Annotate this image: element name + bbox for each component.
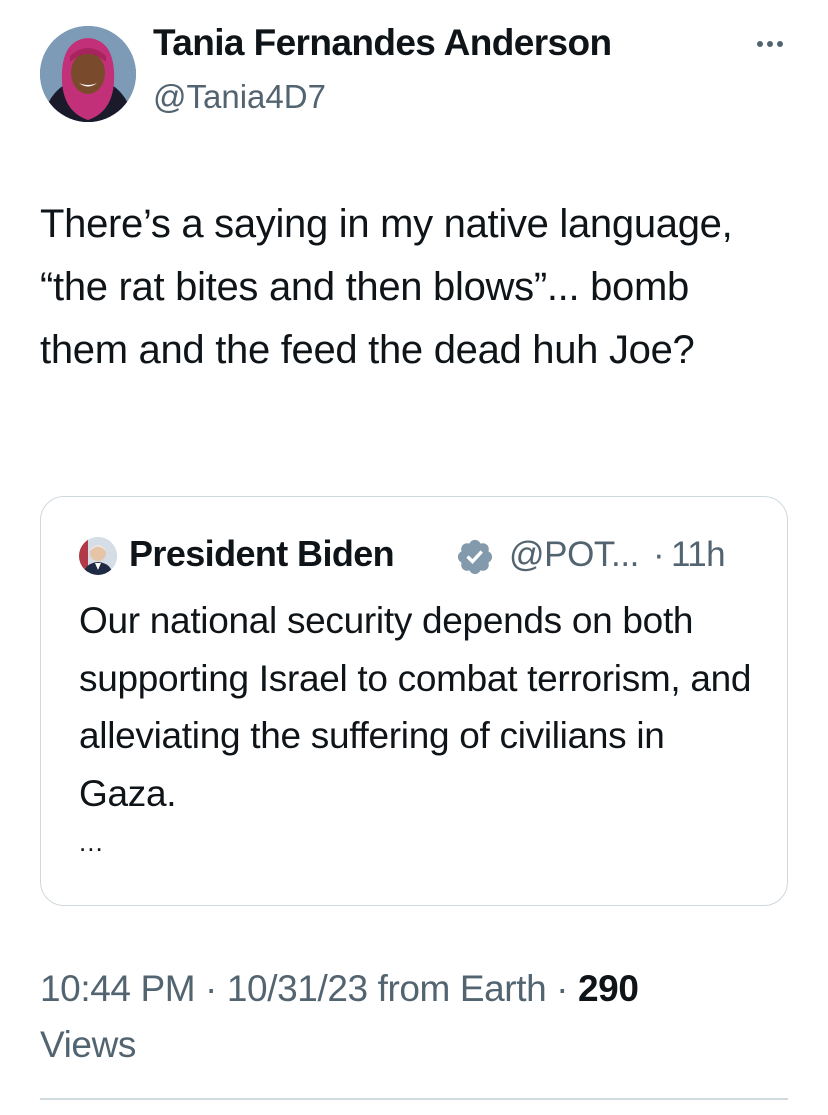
views-label[interactable]: Views (40, 1024, 136, 1065)
author-display-name[interactable]: Tania Fernandes Anderson (153, 22, 612, 64)
tweet-date: 10/31/23 (226, 968, 368, 1009)
verified-badge-icon (457, 539, 493, 575)
views-count: 290 (577, 968, 639, 1009)
quoted-truncation-ellipsis: ... (79, 827, 104, 857)
tweet-meta: 10:44 PM · 10/31/23 from Earth · 290 View… (40, 961, 780, 1073)
tweet-source: from Earth (367, 968, 547, 1009)
tweet-time: 10:44 PM (40, 968, 196, 1009)
quoted-timestamp: 11h (671, 535, 726, 574)
meta-separator: · (546, 968, 578, 1009)
divider (40, 1098, 788, 1100)
quoted-tweet-card[interactable]: President Biden @POT... · 11h Our nation… (40, 496, 788, 906)
quoted-author-handle: @POT... (509, 535, 639, 574)
quoted-avatar-photo (79, 537, 117, 575)
tweet-header: Tania Fernandes Anderson @Tania4D7 (0, 0, 828, 150)
quoted-tweet-text: Our national security depends on both su… (79, 600, 752, 814)
avatar-photo (40, 26, 136, 122)
tweet-text: There’s a saying in my native language, … (40, 202, 733, 372)
author-handle[interactable]: @Tania4D7 (153, 78, 326, 116)
quoted-author-name: President Biden (129, 533, 395, 574)
meta-separator: · (195, 968, 227, 1009)
quoted-author-avatar (79, 537, 117, 575)
more-horizontal-icon[interactable] (752, 36, 788, 52)
quoted-meta-separator: · (653, 535, 665, 574)
author-avatar[interactable] (40, 26, 136, 122)
